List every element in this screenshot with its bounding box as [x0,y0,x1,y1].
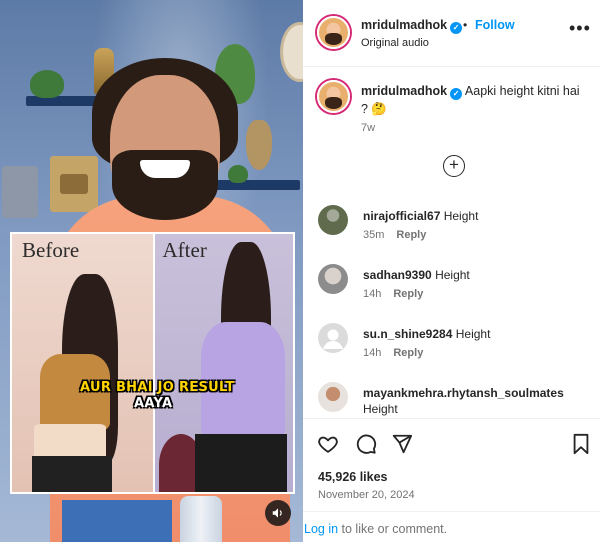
post-header: mridulmadhok ✓ • Follow Original audio ••… [303,0,600,67]
comment-meta: 14h Reply [363,347,423,359]
reply-button[interactable]: Reply [396,229,426,241]
comment-time: 14h [363,288,382,300]
follow-button[interactable]: Follow [475,18,515,32]
login-rest-text: to like or comment. [338,522,448,536]
user-silhouette-icon [323,329,343,349]
default-avatar-icon[interactable] [318,323,348,353]
post-date: November 20, 2024 [318,489,415,501]
comment-time: 35m [363,229,385,241]
comment-body: Height [435,268,470,282]
waist [34,424,106,460]
video-caption-line-2: AAYA [134,396,173,411]
comment-bubble-icon[interactable] [353,431,379,457]
post-sidebar: mridulmadhok ✓ • Follow Original audio ••… [303,0,600,542]
before-after-image: Before After [10,232,295,494]
comment-text: nirajofficial67 Height [363,208,593,224]
comment-body: Height [455,327,491,341]
comment-body: Height [443,209,479,223]
deer-decor [246,120,272,170]
comment-meta: 14h Reply [363,288,423,300]
play-button-award [50,156,98,212]
comment-text: sadhan9390 Height [363,267,593,283]
like-heart-icon[interactable] [315,431,341,457]
commenter-username[interactable]: nirajofficial67 [363,209,440,223]
presenter-jeans [62,500,172,542]
commenter-username[interactable]: su.n_shine9284 [363,327,452,341]
header-separator: • [463,18,468,32]
plant [228,165,248,183]
comment-body: Height [363,402,398,416]
reply-button[interactable]: Reply [393,347,423,359]
before-label: Before [22,238,80,262]
commenter-avatar[interactable] [318,382,348,412]
more-options-icon[interactable]: ••• [569,18,591,39]
speaker-icon [272,508,282,518]
comment-time: 14h [363,347,382,359]
verified-badge-icon: ✓ [450,88,463,100]
comment-meta: 35m Reply [363,229,426,241]
save-bookmark-icon[interactable] [568,431,594,457]
span: Log in to like or comment. [304,522,447,536]
likes-count[interactable]: 45,926 likes [318,470,388,484]
mute-button[interactable] [265,500,291,526]
verified-badge-icon: ✓ [450,22,463,34]
caption-avatar[interactable] [317,80,350,113]
post-actions: 45,926 likes November 20, 2024 Log in to… [303,418,600,542]
author-username[interactable]: mridulmadhok ✓ [361,18,463,34]
pants [32,456,112,492]
commenter-avatar[interactable] [318,264,348,294]
comment-text: mayankmehra.rhytansh_soulmates Height [363,385,593,417]
login-prompt: Log in to like or comment. [303,511,600,542]
author-avatar[interactable] [317,16,350,49]
audio-link[interactable]: Original audio [361,37,429,49]
commenter-avatar[interactable] [318,205,348,235]
before-panel: Before [12,234,153,492]
commenter-username[interactable]: mayankmehra.rhytansh_soulmates [363,386,564,400]
caption-timestamp[interactable]: 7w [361,122,375,134]
wall-frame [2,166,38,218]
comment-text: su.n_shine9284 Height [363,326,593,342]
presenter-smile [140,160,190,178]
after-label: After [162,238,207,262]
plant [30,70,64,98]
caption-username[interactable]: mridulmadhok [361,84,447,98]
post-media[interactable]: Before After AUR BHAI JO RESULT AAYA [0,0,303,542]
author-username-text[interactable]: mridulmadhok [361,18,447,32]
caption-text: mridulmadhok ✓ Aapki height kitni hai ? 🤔 [361,82,581,118]
water-bottle [180,496,222,542]
share-send-icon[interactable] [389,431,415,457]
load-more-comments-icon[interactable]: + [443,155,465,177]
after-panel: After [152,234,293,492]
wall-decor [280,22,303,82]
login-link[interactable]: Log in [304,522,338,536]
reply-button[interactable]: Reply [393,288,423,300]
video-caption-line-1: AUR BHAI JO RESULT [80,380,235,395]
shelf [210,180,300,190]
pants [194,434,287,492]
commenter-username[interactable]: sadhan9390 [363,268,432,282]
